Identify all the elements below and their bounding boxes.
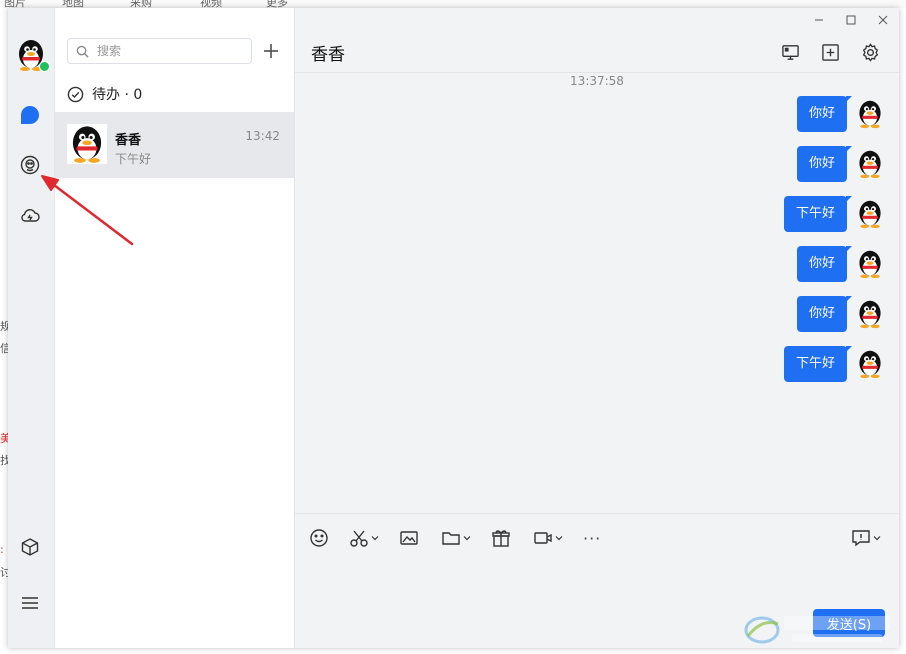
maximize-button[interactable] [843, 14, 859, 28]
background-fragment: 规 [0, 320, 8, 333]
scissors-icon [350, 530, 368, 547]
add-member-button[interactable] [819, 41, 841, 63]
menu-icon[interactable] [19, 592, 41, 614]
conversation-avatar [67, 124, 107, 164]
background-label: 采购 [130, 0, 152, 8]
penguin-avatar-icon [859, 350, 881, 379]
conversation-preview: 下午好 [115, 152, 152, 166]
background-label: 地图 [62, 0, 84, 8]
background-label: 视频 [200, 0, 222, 8]
gear-icon [862, 42, 878, 62]
message-timestamp: 13:37:58 [570, 74, 624, 88]
chat-panel: 香香 13:37:58 你好 你好 下午好 你好 你好 下午好 ··· 发送(S… [295, 8, 899, 648]
background-fragment: 找 [0, 454, 8, 467]
settings-button[interactable] [859, 41, 881, 63]
chevron-down-icon [463, 536, 471, 541]
add-button[interactable] [258, 38, 284, 64]
chevron-down-icon [873, 536, 881, 541]
chat-message[interactable]: 下午好 [783, 196, 885, 232]
emoji-icon [310, 529, 328, 547]
background-fragment: 讨 [0, 566, 8, 579]
close-button[interactable] [875, 14, 891, 28]
screenshot-button[interactable] [349, 527, 379, 549]
chat-header: 香香 [295, 8, 899, 73]
chat-title: 香香 [311, 45, 345, 65]
folder-icon [442, 532, 460, 545]
add-box-icon [821, 43, 839, 61]
cloud-icon[interactable] [19, 204, 41, 226]
minimize-button[interactable] [811, 14, 827, 28]
chat-message[interactable]: 你好 [796, 296, 885, 332]
message-avatar [855, 299, 885, 329]
check-circle-icon [67, 86, 84, 102]
more-button[interactable]: ··· [583, 527, 601, 549]
conversation-name: 香香 [115, 133, 142, 148]
maximize-icon [846, 15, 856, 25]
penguin-avatar-icon [859, 100, 881, 129]
conversation-item[interactable]: 香香 下午好 13:42 [55, 112, 294, 178]
online-status-dot [39, 61, 50, 72]
input-toolbar: ··· 发送(S) [295, 513, 899, 648]
contacts-icon[interactable] [19, 154, 41, 176]
message-avatar [855, 199, 885, 229]
background-window-strip: 图片 地图 采购 视频 更多 [0, 0, 906, 8]
penguin-avatar-icon [859, 250, 881, 279]
chat-icon[interactable] [19, 104, 41, 126]
feedback-button[interactable] [851, 527, 881, 549]
qq-window: 待办 · 0 香香 下午好 13:42 香香 [8, 8, 899, 648]
conversation-list-panel: 待办 · 0 香香 下午好 13:42 [55, 8, 295, 648]
image-button[interactable] [399, 527, 419, 549]
chat-message[interactable]: 你好 [796, 246, 885, 282]
box-icon[interactable] [19, 536, 41, 558]
chat-message[interactable]: 你好 [796, 146, 885, 182]
background-fragment: 信 [0, 342, 8, 355]
background-fragment: : [0, 543, 4, 556]
penguin-avatar-icon [859, 150, 881, 179]
plus-icon [264, 44, 278, 58]
search-input[interactable] [95, 43, 239, 59]
chevron-down-icon [555, 536, 563, 541]
close-icon [878, 15, 888, 25]
minimize-icon [815, 19, 823, 21]
message-bubble: 下午好 [783, 196, 853, 232]
file-button[interactable] [441, 527, 471, 549]
message-avatar [855, 149, 885, 179]
video-icon [534, 532, 552, 544]
image-icon [400, 531, 418, 545]
conversation-time: 13:42 [245, 129, 280, 143]
monitor-icon [781, 44, 799, 60]
message-bubble: 你好 [796, 246, 853, 282]
message-avatar [855, 99, 885, 129]
penguin-avatar-icon [72, 126, 102, 163]
penguin-avatar-icon [859, 200, 881, 229]
message-bubble: 你好 [796, 96, 853, 132]
video-call-button[interactable] [533, 527, 563, 549]
background-window-edge: 规 信 美 找 : 讨 [0, 8, 8, 654]
todo-row[interactable]: 待办 · 0 [67, 84, 142, 104]
feedback-icon [852, 530, 870, 547]
penguin-avatar-icon [859, 300, 881, 329]
search-box[interactable] [67, 38, 252, 64]
search-icon [76, 45, 89, 58]
chevron-down-icon [371, 536, 379, 541]
message-bubble: 下午好 [783, 346, 853, 382]
nav-rail [8, 8, 55, 648]
gift-button[interactable] [491, 527, 511, 549]
message-bubble: 你好 [796, 296, 853, 332]
chat-message[interactable]: 你好 [796, 96, 885, 132]
avatar[interactable] [14, 38, 50, 72]
message-avatar [855, 349, 885, 379]
message-bubble: 你好 [796, 146, 853, 182]
message-avatar [855, 249, 885, 279]
chat-message[interactable]: 下午好 [783, 346, 885, 382]
gift-icon [492, 530, 510, 547]
more-icon: ··· [583, 528, 602, 548]
background-label: 图片 [4, 0, 26, 8]
screen-share-button[interactable] [779, 41, 801, 63]
emoji-button[interactable] [309, 527, 329, 549]
send-button[interactable]: 发送(S) [813, 609, 885, 637]
todo-label: 待办 · 0 [92, 87, 143, 103]
background-label: 更多 [266, 0, 288, 8]
background-fragment: 美 [0, 432, 8, 445]
